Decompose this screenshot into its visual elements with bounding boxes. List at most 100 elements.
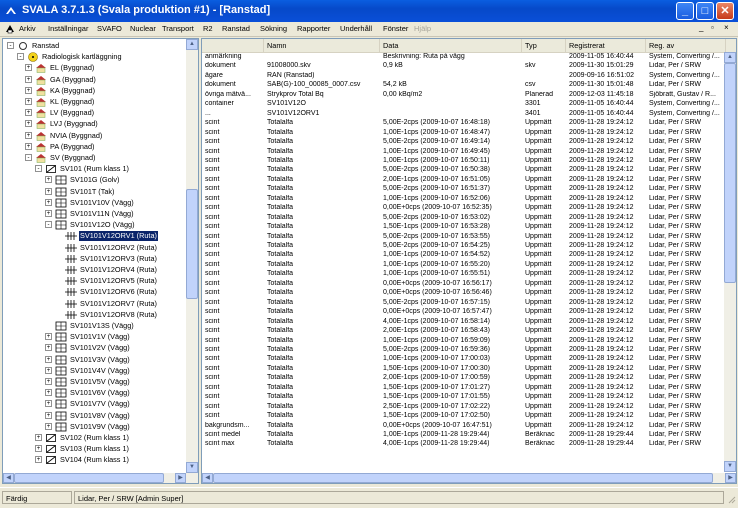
collapse-icon[interactable]: - — [35, 165, 42, 173]
menu-nuclear[interactable]: Nuclear — [130, 24, 156, 33]
table-row[interactable]: scint Totalalfa 5,00E-2cps (2009-10-07 16:… — [202, 166, 726, 174]
table-row[interactable]: scint Totalalfa 1,00E-1cps (2009-10-07 16:… — [202, 129, 726, 137]
table-row[interactable]: bakgrundsm... Totalalfa 0,00E+0cps (2009-1… — [202, 422, 726, 430]
expand-icon[interactable]: + — [45, 355, 52, 363]
expand-icon[interactable]: + — [45, 400, 52, 408]
table-row[interactable]: container SV101V12O 3301 2009-11-05 16:40:4… — [202, 100, 726, 108]
table-row[interactable]: scint Totalalfa 2,00E-1cps (2009-10-07 17:… — [202, 374, 726, 382]
table-row[interactable]: övriga mätvä... Strykprov Total Bq 0,00 kB… — [202, 91, 726, 99]
column-header[interactable]: Data — [380, 39, 522, 52]
resize-grip-icon[interactable] — [726, 494, 736, 504]
scroll-left-arrow-icon[interactable]: ◀ — [202, 473, 213, 483]
table-row[interactable]: scint Totalalfa 0,00E+0cps (2009-10-07 16:… — [202, 289, 726, 297]
table-row[interactable]: scint Totalalfa 2,00E-1cps (2009-10-07 16:… — [202, 176, 726, 184]
scroll-thumb[interactable] — [186, 189, 198, 299]
scroll-right-arrow-icon[interactable]: ▶ — [725, 473, 736, 483]
expand-icon[interactable]: + — [45, 210, 52, 217]
expand-icon[interactable]: + — [35, 445, 42, 453]
table-row[interactable]: ... SV101V12ORV1 3401 2009-11-05 16:40:44 Sy… — [202, 110, 726, 118]
menu-fönster[interactable]: Fönster — [383, 24, 408, 33]
expand-icon[interactable]: + — [45, 389, 52, 397]
table-row[interactable]: dokument 91008000.skv 0,9 kB skv 2009-11-30 … — [202, 62, 726, 70]
expand-icon[interactable]: + — [45, 187, 52, 195]
list-horizontal-scrollbar[interactable]: ◀ ▶ — [202, 473, 736, 483]
table-row[interactable]: scint Totalalfa 1,00E-1cps (2009-10-07 16:… — [202, 251, 726, 259]
collapse-icon[interactable]: - — [45, 221, 52, 229]
scroll-down-arrow-icon[interactable]: ▼ — [186, 462, 198, 473]
menu-ranstad[interactable]: Ranstad — [222, 24, 250, 33]
menu-arkiv[interactable]: Arkiv — [19, 24, 36, 33]
menu-r2[interactable]: R2 — [203, 24, 213, 33]
table-row[interactable]: scint Totalalfa 1,50E-1cps (2009-10-07 17:… — [202, 384, 726, 392]
table-row[interactable]: scint Totalalfa 5,00E-2cps (2009-10-07 16:… — [202, 185, 726, 193]
menu-svafo[interactable]: SVAFO — [97, 24, 122, 33]
table-row[interactable]: scint Totalalfa 1,00E-1cps (2009-10-07 16:… — [202, 337, 726, 345]
minimize-button[interactable]: _ — [676, 2, 694, 20]
menu-inställningar[interactable]: Inställningar — [48, 24, 88, 33]
close-button[interactable]: ✕ — [716, 2, 734, 20]
expand-icon[interactable]: + — [45, 344, 52, 352]
expand-icon[interactable]: + — [35, 456, 42, 464]
column-header[interactable]: Namn — [264, 39, 380, 52]
expand-icon[interactable]: + — [35, 434, 42, 441]
tree-vertical-scrollbar[interactable]: ▲ ▼ — [186, 39, 198, 473]
table-row[interactable]: scint Totalalfa 2,00E-1cps (2009-10-07 16:… — [202, 327, 726, 335]
menu-underhåll[interactable]: Underhåll — [340, 24, 372, 33]
maximize-button[interactable]: □ — [696, 2, 714, 20]
document-icon[interactable] — [5, 24, 15, 34]
table-row[interactable]: scint Totalalfa 1,50E-1cps (2009-10-07 17:… — [202, 393, 726, 401]
table-row[interactable]: scint Totalalfa 1,00E-1cps (2009-10-07 16:… — [202, 270, 726, 278]
column-header[interactable]: Registrerat — [566, 39, 646, 52]
details-list[interactable]: Namn Data Typ Registrerat Reg. av ▲ ▼ ◀ ▶ an… — [201, 38, 737, 484]
menu-transport[interactable]: Transport — [162, 24, 194, 33]
table-row[interactable]: scint Totalalfa 1,50E-1cps (2009-10-07 17:… — [202, 365, 726, 373]
scroll-up-arrow-icon[interactable]: ▲ — [186, 39, 198, 50]
collapse-icon[interactable]: - — [17, 53, 24, 61]
column-header[interactable]: Typ — [522, 39, 566, 52]
expand-icon[interactable]: + — [45, 378, 52, 385]
expand-icon[interactable]: + — [25, 64, 32, 72]
expand-icon[interactable]: + — [25, 86, 32, 94]
table-row[interactable]: scint Totalalfa 5,00E-2cps (2009-10-07 16:… — [202, 138, 726, 146]
scroll-thumb[interactable] — [14, 473, 164, 483]
table-row[interactable]: scint Totalalfa 0,00E+0cps (2009-10-07 16:… — [202, 280, 726, 288]
table-row[interactable]: scint max Totalalfa 4,00E-1cps (2009-11-28… — [202, 440, 726, 448]
tree-horizontal-scrollbar[interactable]: ◀ ▶ — [3, 473, 198, 483]
expand-icon[interactable]: + — [25, 120, 32, 128]
menu-hjälp[interactable]: Hjälp — [414, 24, 431, 33]
expand-icon[interactable]: + — [25, 98, 32, 105]
table-row[interactable]: dokument SAB(G)-100_00085_0007.csv 54,2 kB… — [202, 81, 726, 89]
table-row[interactable]: scint Totalalfa 0,00E+0cps (2009-10-07 16:… — [202, 204, 726, 212]
expand-icon[interactable]: + — [45, 333, 52, 341]
scroll-down-arrow-icon[interactable]: ▼ — [724, 461, 736, 472]
table-row[interactable]: scint Totalalfa 5,00E-2cps (2009-10-07 16:… — [202, 242, 726, 250]
expand-icon[interactable]: + — [25, 75, 32, 83]
mdi-restore-button[interactable]: ▫ — [711, 23, 714, 32]
expand-icon[interactable]: + — [25, 142, 32, 150]
table-row[interactable]: scint Totalalfa 1,00E-1cps (2009-10-07 16:… — [202, 157, 726, 165]
table-row[interactable]: ägare RAN (Ranstad) 2009-09-16 16:51:02 Sys… — [202, 72, 726, 80]
collapse-icon[interactable]: - — [25, 154, 32, 161]
expand-icon[interactable]: + — [25, 109, 32, 117]
table-row[interactable]: scint Totalalfa 5,00E-2cps (2009-10-07 16:… — [202, 119, 726, 127]
table-row[interactable]: scint Totalalfa 5,00E-2cps (2009-10-07 16:… — [202, 299, 726, 307]
collapse-icon[interactable]: - — [7, 42, 14, 49]
table-row[interactable]: scint Totalalfa 5,00E-2cps (2009-10-07 16:… — [202, 233, 726, 241]
table-row[interactable]: scint Totalalfa 1,00E-1cps (2009-10-07 16:… — [202, 148, 726, 156]
menu-sökning[interactable]: Sökning — [260, 24, 287, 33]
table-row[interactable]: scint Totalalfa 0,00E+0cps (2009-10-07 16:… — [202, 308, 726, 316]
mdi-close-button[interactable]: × — [724, 23, 729, 32]
table-row[interactable]: scint Totalalfa 1,00E-1cps (2009-10-07 16:… — [202, 195, 726, 203]
table-row[interactable]: scint Totalalfa 5,00E-2cps (2009-10-07 16:… — [202, 214, 726, 222]
table-row[interactable]: scint Totalalfa 1,50E-1cps (2009-10-07 16:… — [202, 223, 726, 231]
column-header[interactable]: Reg. av — [646, 39, 726, 52]
scroll-right-arrow-icon[interactable]: ▶ — [175, 473, 186, 483]
expand-icon[interactable]: + — [45, 198, 52, 206]
mdi-minimize-button[interactable]: _ — [699, 23, 703, 32]
expand-icon[interactable]: + — [45, 411, 52, 419]
table-row[interactable]: scint Totalalfa 1,50E-1cps (2009-10-07 17:… — [202, 412, 726, 420]
scroll-left-arrow-icon[interactable]: ◀ — [3, 473, 14, 483]
table-row[interactable]: scint Totalalfa 4,00E-1cps (2009-10-07 16:… — [202, 318, 726, 326]
expand-icon[interactable]: + — [45, 422, 52, 430]
table-row[interactable]: scint Totalalfa 1,00E-1cps (2009-10-07 16:… — [202, 261, 726, 269]
